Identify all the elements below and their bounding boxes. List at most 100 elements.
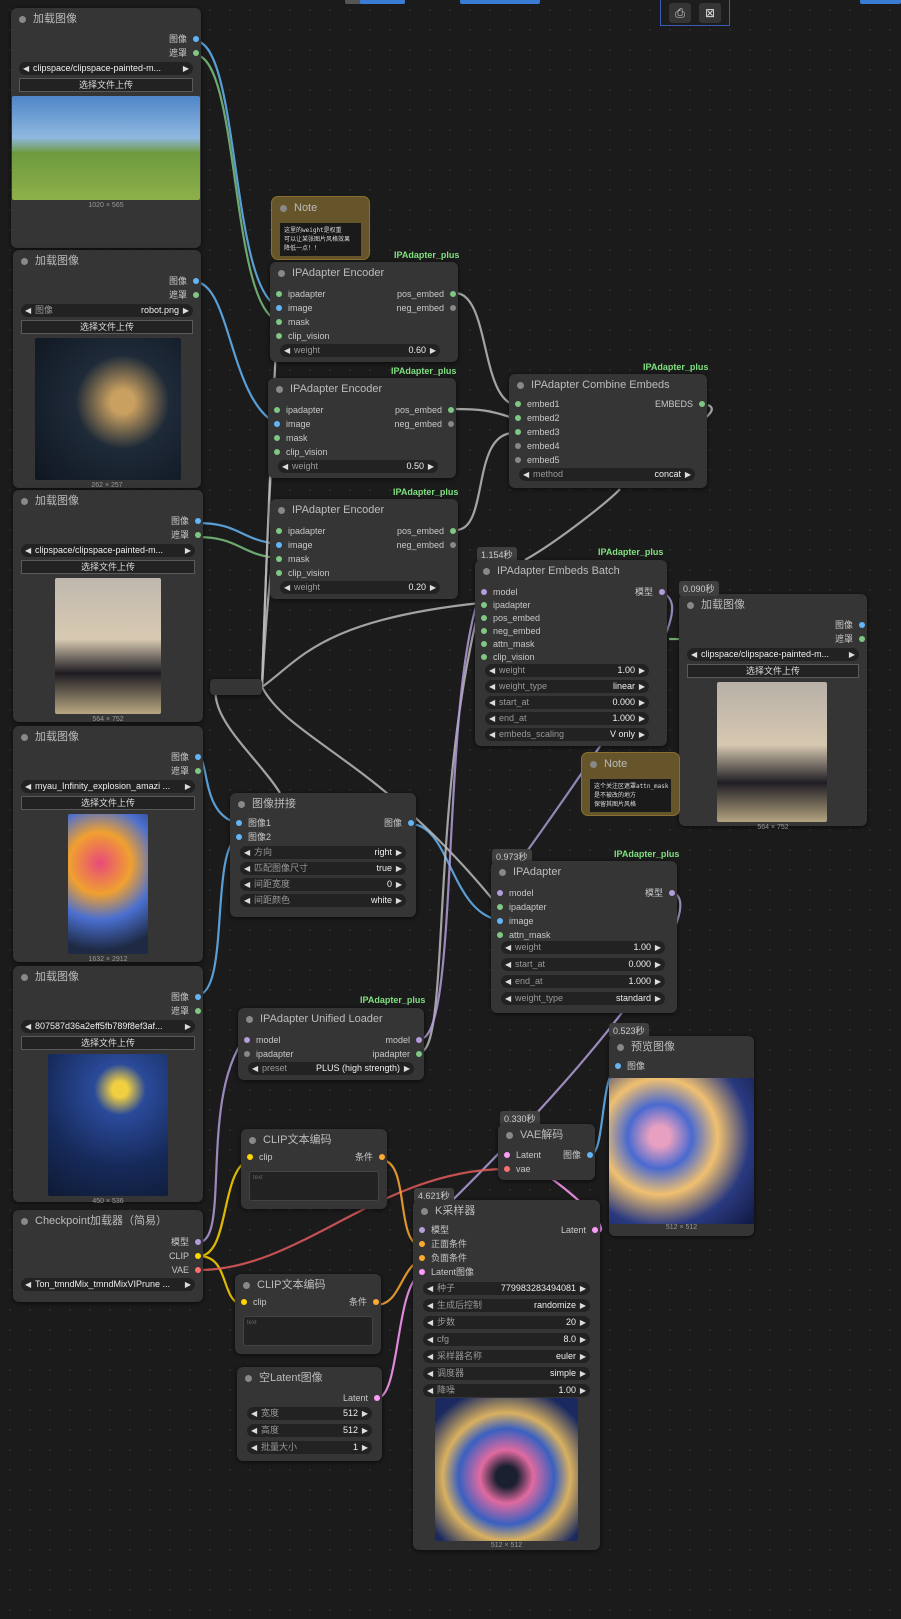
arrow-right-icon[interactable]: ▶ bbox=[404, 1062, 410, 1075]
combine-node-title[interactable]: IPAdapter Combine Embeds bbox=[509, 374, 707, 396]
input-clip[interactable]: clip bbox=[245, 1151, 273, 1163]
port-dot-icon[interactable] bbox=[276, 542, 282, 548]
enc1-node[interactable]: IPAdapter Encoder ipadapter image mask clip_… bbox=[270, 262, 458, 362]
collapse-dot-icon[interactable] bbox=[249, 1137, 256, 1144]
collapse-dot-icon[interactable] bbox=[245, 1375, 252, 1382]
input-0[interactable]: ipadapter bbox=[274, 525, 326, 537]
load3-node-title[interactable]: 加载图像 bbox=[13, 490, 203, 512]
port-dot-icon[interactable] bbox=[195, 1008, 201, 1014]
output-mask[interactable]: 遮罩 bbox=[835, 633, 867, 645]
clip1-node[interactable]: CLIP文本编码 clip 条件 text bbox=[241, 1129, 387, 1209]
input-embed4[interactable]: embed4 bbox=[513, 440, 560, 452]
loader-node-title[interactable]: IPAdapter Unified Loader bbox=[238, 1008, 424, 1030]
port-dot-icon[interactable] bbox=[195, 994, 201, 1000]
latent-node[interactable]: 空Latent图像 Latent ◀ 宽度 512 ▶ ◀ 高度 512 ▶ ◀ 批量大小 1 ▶ bbox=[237, 1367, 382, 1461]
arrow-right-icon[interactable]: ▶ bbox=[580, 1384, 586, 1397]
port-dot-icon[interactable] bbox=[419, 1269, 425, 1275]
upload-button[interactable]: 选择文件上传 bbox=[21, 320, 193, 334]
port-dot-icon[interactable] bbox=[515, 415, 521, 421]
port-dot-icon[interactable] bbox=[193, 50, 199, 56]
ipa-widget-1[interactable]: ◀ start_at 0.000 ▶ bbox=[501, 958, 665, 971]
weight-slider[interactable]: ◀ weight 0.20 ▶ bbox=[280, 581, 440, 594]
port-dot-icon[interactable] bbox=[276, 570, 282, 576]
arrow-right-icon[interactable]: ▶ bbox=[185, 1278, 191, 1291]
arrow-right-icon[interactable]: ▶ bbox=[396, 878, 402, 891]
input-image2[interactable]: 图像2 bbox=[234, 831, 271, 843]
arrow-right-icon[interactable]: ▶ bbox=[428, 460, 434, 473]
input-image1[interactable]: 图像1 bbox=[234, 817, 271, 829]
port-dot-icon[interactable] bbox=[276, 333, 282, 339]
note-text[interactable]: 这个关注区遮罩attn_mask 是不被改的地方 保留其图片风格 bbox=[590, 779, 671, 812]
upload-button[interactable]: 选择文件上传 bbox=[687, 664, 859, 678]
arrow-left-icon[interactable]: ◀ bbox=[489, 728, 495, 741]
arrow-right-icon[interactable]: ▶ bbox=[185, 1020, 191, 1033]
output-embeds[interactable]: EMBEDS bbox=[655, 398, 707, 410]
port-dot-icon[interactable] bbox=[193, 36, 199, 42]
arrow-left-icon[interactable]: ◀ bbox=[523, 468, 529, 481]
port-dot-icon[interactable] bbox=[241, 1299, 247, 1305]
input-0[interactable]: ipadapter bbox=[272, 404, 324, 416]
collapse-dot-icon[interactable] bbox=[687, 602, 694, 609]
port-dot-icon[interactable] bbox=[859, 622, 865, 628]
arrow-left-icon[interactable]: ◀ bbox=[25, 304, 31, 317]
enc3-node[interactable]: IPAdapter Encoder ipadapter image mask clip_… bbox=[270, 499, 458, 599]
output-latent[interactable]: Latent bbox=[343, 1392, 382, 1404]
load2-node[interactable]: 加载图像 图像 遮罩 ◀ 图像 robot.png ▶ 选择文件上传 262 × 257 bbox=[13, 250, 201, 489]
batch-widget-4[interactable]: ◀ embeds_scaling V only ▶ bbox=[485, 728, 649, 741]
input-3[interactable]: Latent图像 bbox=[417, 1266, 474, 1278]
input-model[interactable]: model bbox=[242, 1034, 281, 1046]
ipa-widget-3[interactable]: ◀ weight_type standard ▶ bbox=[501, 992, 665, 1005]
port-dot-icon[interactable] bbox=[587, 1152, 593, 1158]
clip2-node-title[interactable]: CLIP文本编码 bbox=[235, 1274, 381, 1296]
latent-node-title[interactable]: 空Latent图像 bbox=[237, 1367, 382, 1389]
image-remove-icon[interactable]: ⊠ bbox=[699, 3, 721, 23]
port-dot-icon[interactable] bbox=[236, 820, 242, 826]
output-mask[interactable]: 遮罩 bbox=[171, 1005, 203, 1017]
clip2-node[interactable]: CLIP文本编码 clip 条件 text bbox=[235, 1274, 381, 1354]
image-file-select[interactable]: ◀ clipspace/clipspace-painted-m... ▶ bbox=[19, 62, 193, 75]
output-model[interactable]: 模型 bbox=[645, 887, 677, 899]
port-dot-icon[interactable] bbox=[379, 1154, 385, 1160]
collapse-dot-icon[interactable] bbox=[243, 1282, 250, 1289]
port-dot-icon[interactable] bbox=[450, 542, 456, 548]
arrow-right-icon[interactable]: ▶ bbox=[396, 846, 402, 859]
note2-node[interactable]: Note 这个关注区遮罩attn_mask 是不被改的地方 保留其图片风格 bbox=[582, 753, 679, 815]
port-dot-icon[interactable] bbox=[276, 291, 282, 297]
arrow-left-icon[interactable]: ◀ bbox=[427, 1282, 433, 1295]
collapse-dot-icon[interactable] bbox=[421, 1208, 428, 1215]
load6-node[interactable]: 加载图像 图像 遮罩 ◀ clipspace/clipspace-painted-m..… bbox=[679, 594, 867, 831]
port-dot-icon[interactable] bbox=[859, 636, 865, 642]
latent-widget-2[interactable]: ◀ 批量大小 1 ▶ bbox=[247, 1441, 372, 1454]
input-0[interactable]: model bbox=[495, 887, 534, 899]
prompt-textarea[interactable]: text bbox=[249, 1171, 379, 1201]
combine-node[interactable]: IPAdapter Combine Embeds embed1 embed2 embe… bbox=[509, 374, 707, 488]
port-dot-icon[interactable] bbox=[699, 401, 705, 407]
arrow-right-icon[interactable]: ▶ bbox=[580, 1367, 586, 1380]
port-dot-icon[interactable] bbox=[374, 1395, 380, 1401]
port-dot-icon[interactable] bbox=[195, 1267, 201, 1273]
port-dot-icon[interactable] bbox=[244, 1051, 250, 1057]
arrow-right-icon[interactable]: ▶ bbox=[580, 1299, 586, 1312]
port-dot-icon[interactable] bbox=[450, 528, 456, 534]
input-clip[interactable]: clip bbox=[239, 1296, 267, 1308]
note1-node[interactable]: Note 这里的weight是权重 可以让某张图片风格效果 降低一点！！ bbox=[272, 197, 369, 259]
port-dot-icon[interactable] bbox=[497, 932, 503, 938]
output-neg-embed[interactable]: neg_embed bbox=[396, 539, 458, 551]
arrow-left-icon[interactable]: ◀ bbox=[505, 992, 511, 1005]
port-dot-icon[interactable] bbox=[195, 754, 201, 760]
input-3[interactable]: clip_vision bbox=[274, 567, 330, 579]
stitch-widget-3[interactable]: ◀ 间距颜色 white ▶ bbox=[240, 894, 406, 907]
arrow-left-icon[interactable]: ◀ bbox=[427, 1367, 433, 1380]
arrow-right-icon[interactable]: ▶ bbox=[849, 648, 855, 661]
collapse-dot-icon[interactable] bbox=[21, 734, 28, 741]
arrow-right-icon[interactable]: ▶ bbox=[639, 664, 645, 677]
ksampler-node-title[interactable]: K采样器 bbox=[413, 1200, 600, 1222]
port-dot-icon[interactable] bbox=[419, 1241, 425, 1247]
input-embed5[interactable]: embed5 bbox=[513, 454, 560, 466]
ksampler-widget-4[interactable]: ◀ 采样器名称 euler ▶ bbox=[423, 1350, 590, 1363]
collapse-dot-icon[interactable] bbox=[21, 1218, 28, 1225]
arrow-right-icon[interactable]: ▶ bbox=[639, 680, 645, 693]
image-file-select[interactable]: ◀ myau_Infinity_explosion_amazi ... ▶ bbox=[21, 780, 195, 793]
collapse-dot-icon[interactable] bbox=[21, 498, 28, 505]
loader-node[interactable]: IPAdapter Unified Loader model ipadapter mo… bbox=[238, 1008, 424, 1080]
